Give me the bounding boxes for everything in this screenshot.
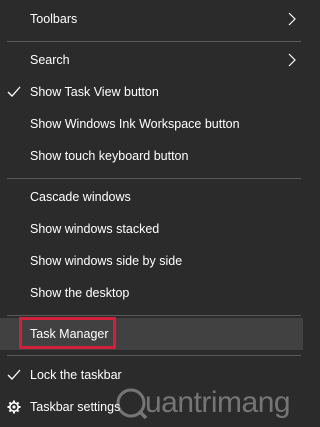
watermark-logo-icon	[116, 388, 148, 420]
menu-item-windows-stacked[interactable]: Show windows stacked	[0, 213, 303, 245]
menu-separator	[7, 178, 301, 179]
menu-item-label: Search	[30, 53, 70, 67]
menu-item-windows-side-by-side[interactable]: Show windows side by side	[0, 245, 303, 277]
menu-separator	[7, 355, 301, 356]
menu-item-search[interactable]: Search	[0, 44, 303, 76]
chevron-right-icon	[288, 12, 296, 26]
taskbar-context-menu: Toolbars Search Show Task View button Sh…	[0, 0, 303, 427]
gear-icon	[7, 400, 21, 414]
menu-item-show-touch-keyboard[interactable]: Show touch keyboard button	[0, 140, 303, 172]
highlight-callout-box	[19, 317, 116, 349]
menu-item-label: Show the desktop	[30, 286, 130, 300]
menu-item-label: Taskbar settings	[30, 400, 121, 414]
checkmark-icon	[7, 86, 21, 97]
watermark-text: uantrimang	[145, 386, 291, 419]
menu-item-label: Lock the taskbar	[30, 368, 122, 382]
menu-separator	[7, 315, 301, 316]
menu-item-label: Toolbars	[30, 12, 78, 26]
menu-item-show-ink-workspace[interactable]: Show Windows Ink Workspace button	[0, 108, 303, 140]
menu-item-toolbars[interactable]: Toolbars	[0, 3, 303, 35]
watermark: uantrimang	[114, 383, 291, 423]
menu-item-label: Show touch keyboard button	[30, 149, 189, 163]
chevron-right-icon	[288, 53, 296, 67]
menu-separator	[7, 41, 301, 42]
menu-item-label: Show Task View button	[30, 85, 159, 99]
menu-item-show-task-view[interactable]: Show Task View button	[0, 76, 303, 108]
menu-item-show-desktop[interactable]: Show the desktop	[0, 277, 303, 309]
menu-item-cascade-windows[interactable]: Cascade windows	[0, 181, 303, 213]
menu-item-label: Show Windows Ink Workspace button	[30, 117, 240, 131]
menu-item-label: Cascade windows	[30, 190, 131, 204]
menu-item-label: Show windows side by side	[30, 254, 183, 268]
menu-item-label: Show windows stacked	[30, 222, 160, 236]
checkmark-icon	[7, 369, 21, 380]
